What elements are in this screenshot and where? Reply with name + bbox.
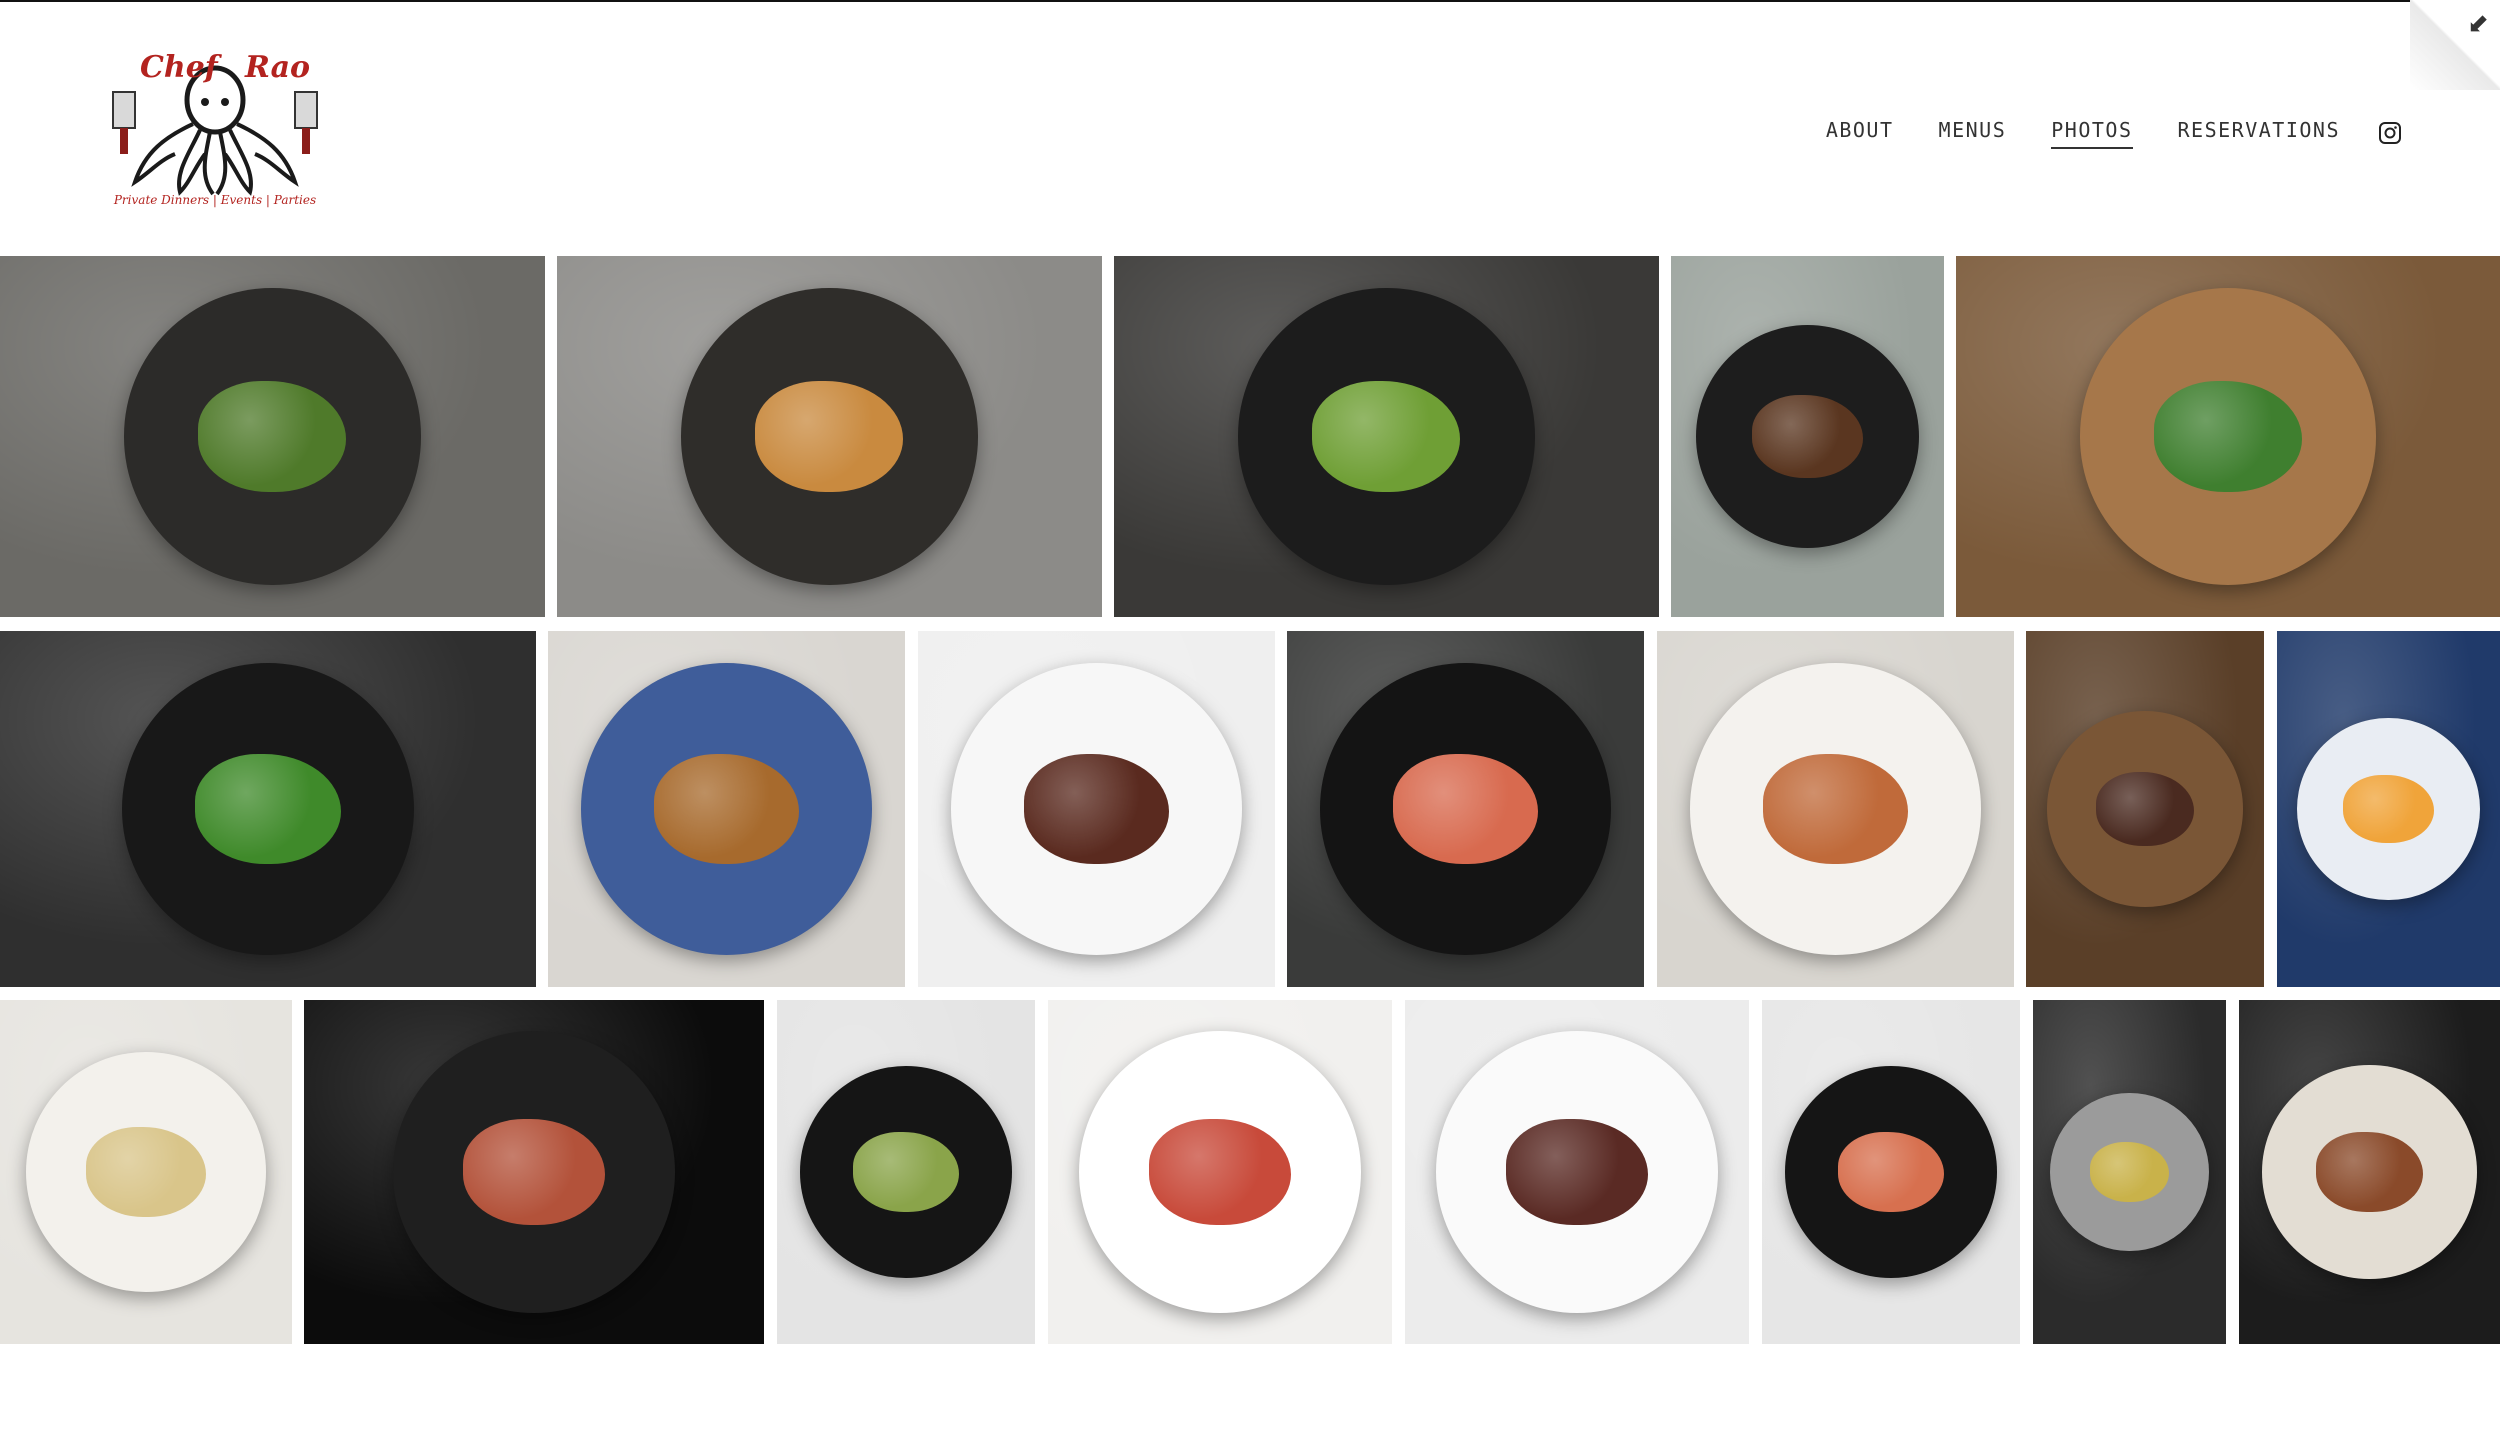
photo-halibut-sauce[interactable]: [0, 1000, 292, 1344]
photo-cutting-board-ingredients[interactable]: [1956, 256, 2500, 617]
photo-chimichurri-bowl-stove[interactable]: [0, 631, 536, 987]
food: [86, 1127, 206, 1217]
food: [195, 754, 341, 864]
photo-shrimp-salad[interactable]: [777, 1000, 1035, 1344]
food: [2089, 1142, 2170, 1202]
photo-rice-timbales[interactable]: [557, 256, 1102, 617]
photo-yellow-rice-pot[interactable]: [2033, 1000, 2226, 1344]
photo-pork-chop-plate[interactable]: [2239, 1000, 2500, 1344]
food: [1838, 1132, 1944, 1212]
food: [2342, 774, 2435, 844]
food: [1149, 1119, 1291, 1225]
food: [1506, 1119, 1648, 1225]
logo-tagline: Private Dinners | Events | Parties: [113, 193, 316, 207]
photo-plated-lamb[interactable]: [1671, 256, 1944, 617]
photo-steak-chimichurri[interactable]: [0, 256, 545, 617]
logo-name-part2: Rao: [244, 50, 310, 85]
food: [2153, 380, 2302, 492]
photo-steak-slicing[interactable]: [2026, 631, 2264, 987]
octopus-logo-icon: Chef Rao Private Dinners | Events | Part…: [112, 50, 318, 207]
photo-octopus-steak-plantain[interactable]: [918, 631, 1275, 987]
food: [2096, 772, 2194, 846]
food: [853, 1132, 959, 1212]
photo-scallops-plate[interactable]: [1657, 631, 2014, 987]
main-nav: ABOUT MENUS PHOTOS RESERVATIONS: [1781, 115, 2402, 151]
photo-shishito-peppers-pan[interactable]: [1114, 256, 1659, 617]
instagram-icon[interactable]: [2378, 121, 2402, 145]
photo-steak-tartare-board[interactable]: [304, 1000, 764, 1344]
photo-fried-egg-plate[interactable]: [2277, 631, 2500, 987]
photo-shrimp-curry-avocado[interactable]: [548, 631, 905, 987]
food: [2315, 1131, 2423, 1213]
photo-salmon-toast[interactable]: [1287, 631, 1644, 987]
logo-name-part1: Chef: [140, 50, 223, 85]
nav-item-menus[interactable]: MENUS: [1939, 118, 2007, 149]
nav-item-photos[interactable]: PHOTOS: [2051, 118, 2133, 149]
collapse-arrow-icon[interactable]: ⬋: [2464, 10, 2492, 38]
photo-octopus-steak-plate[interactable]: [1405, 1000, 1749, 1344]
nav-item-about[interactable]: ABOUT: [1826, 118, 1894, 149]
food: [463, 1119, 605, 1225]
chef-rao-logo[interactable]: Chef Rao Private Dinners | Events | Part…: [105, 42, 325, 217]
top-border: [0, 0, 2500, 2]
nav-item-reservations[interactable]: RESERVATIONS: [2178, 118, 2341, 149]
photo-shrimp-octopus-bruschetta[interactable]: [1048, 1000, 1392, 1344]
photo-salmon-bruschetta-black-plate[interactable]: [1762, 1000, 2020, 1344]
